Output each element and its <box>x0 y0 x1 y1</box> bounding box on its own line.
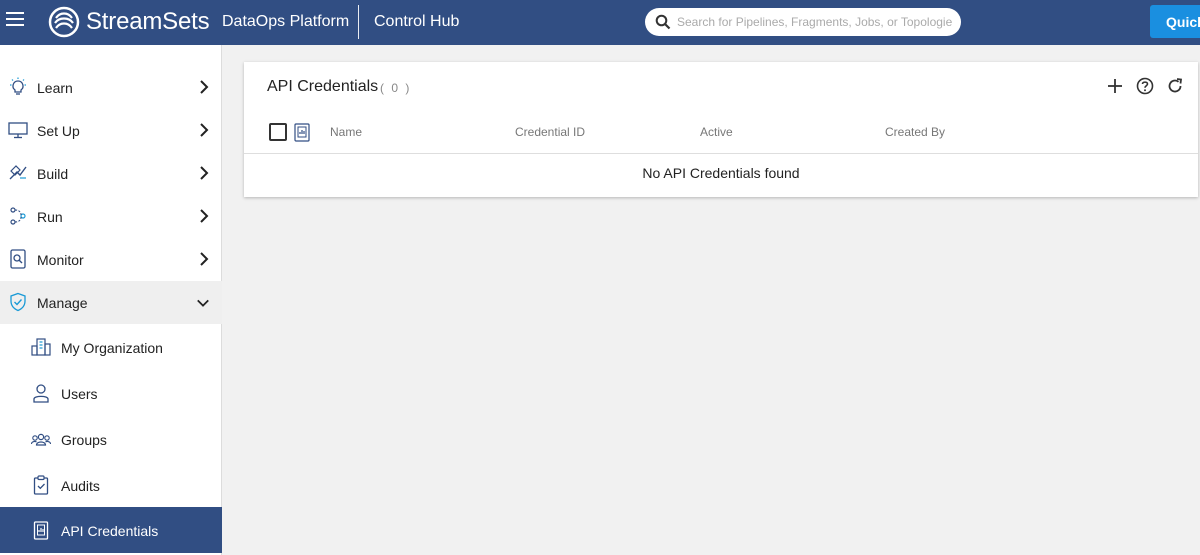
column-header-created-by[interactable]: Created By <box>885 125 945 139</box>
api-credentials-panel: API Credentials ( 0 ) Name Credential ID… <box>244 62 1198 197</box>
column-header-name[interactable]: Name <box>330 125 362 139</box>
build-icon <box>9 165 27 180</box>
streamsets-logo[interactable]: StreamSets <box>48 5 210 39</box>
search-icon <box>655 14 671 30</box>
chevron-down-icon <box>197 299 209 307</box>
chevron-right-icon <box>200 252 209 266</box>
sidebar-item-label: Groups <box>61 432 107 448</box>
brand-name: StreamSets <box>86 8 210 35</box>
user-icon <box>33 384 49 403</box>
sidebar-item-setup[interactable]: Set Up <box>0 109 222 152</box>
building-icon <box>31 338 51 356</box>
run-icon <box>10 207 26 225</box>
quick-button[interactable]: Quick <box>1150 5 1200 38</box>
platform-title: DataOps Platform <box>222 13 350 30</box>
column-header-credential-id[interactable]: Credential ID <box>515 125 585 139</box>
column-settings-icon[interactable] <box>293 121 311 143</box>
help-icon[interactable] <box>1136 77 1154 95</box>
chevron-right-icon <box>200 80 209 94</box>
sidebar-item-label: Monitor <box>37 252 84 268</box>
chevron-right-icon <box>200 166 209 180</box>
search-input[interactable] <box>677 12 952 32</box>
sidebar-subitem-users[interactable]: Users <box>0 370 222 416</box>
shield-check-icon <box>10 292 26 312</box>
select-all-checkbox[interactable] <box>269 123 287 141</box>
sidebar-item-label: Users <box>61 386 98 402</box>
refresh-icon[interactable] <box>1166 77 1184 95</box>
sidebar-item-learn[interactable]: Learn <box>0 66 222 109</box>
sidebar-item-label: API Credentials <box>61 523 159 539</box>
sidebar-subitem-api-credentials[interactable]: API Credentials <box>0 507 222 553</box>
menu-icon[interactable] <box>6 12 24 32</box>
api-document-icon <box>33 521 49 540</box>
sidebar-subitem-groups[interactable]: Groups <box>0 416 222 462</box>
record-count: ( 0 ) <box>380 81 412 95</box>
chevron-right-icon <box>200 209 209 223</box>
sidebar: Learn Set Up Build Run Monitor Manage My… <box>0 45 222 555</box>
sidebar-item-manage[interactable]: Manage <box>0 281 222 324</box>
sidebar-item-label: Set Up <box>37 123 80 139</box>
sidebar-item-label: Manage <box>37 295 88 311</box>
header-divider <box>358 5 359 39</box>
table-header: Name Credential ID Active Created By <box>244 117 1198 154</box>
clipboard-check-icon <box>33 475 49 495</box>
sidebar-item-build[interactable]: Build <box>0 152 222 195</box>
column-header-active[interactable]: Active <box>700 125 733 139</box>
sidebar-subitem-my-organization[interactable]: My Organization <box>0 324 222 370</box>
group-icon <box>31 433 51 446</box>
lightbulb-icon <box>10 77 26 95</box>
panel-actions <box>1106 77 1184 95</box>
product-title[interactable]: Control Hub <box>374 13 459 31</box>
monitor-icon <box>8 122 28 139</box>
sidebar-item-run[interactable]: Run <box>0 195 222 238</box>
sidebar-item-label: Run <box>37 209 63 225</box>
sidebar-item-label: Learn <box>37 80 73 96</box>
page-title: API Credentials <box>267 78 379 95</box>
sidebar-subitem-audits[interactable]: Audits <box>0 462 222 508</box>
empty-state-message: No API Credentials found <box>642 165 800 181</box>
sidebar-item-monitor[interactable]: Monitor <box>0 238 222 281</box>
search-box[interactable] <box>645 8 961 36</box>
sidebar-item-label: My Organization <box>61 340 163 356</box>
add-icon[interactable] <box>1106 77 1124 95</box>
top-bar: StreamSets DataOps Platform Control Hub … <box>0 0 1200 45</box>
sidebar-item-label: Build <box>37 166 69 182</box>
chevron-right-icon <box>200 123 209 137</box>
streamsets-logo-icon <box>48 6 80 38</box>
monitor-search-icon <box>10 249 26 269</box>
sidebar-item-label: Audits <box>61 478 100 494</box>
